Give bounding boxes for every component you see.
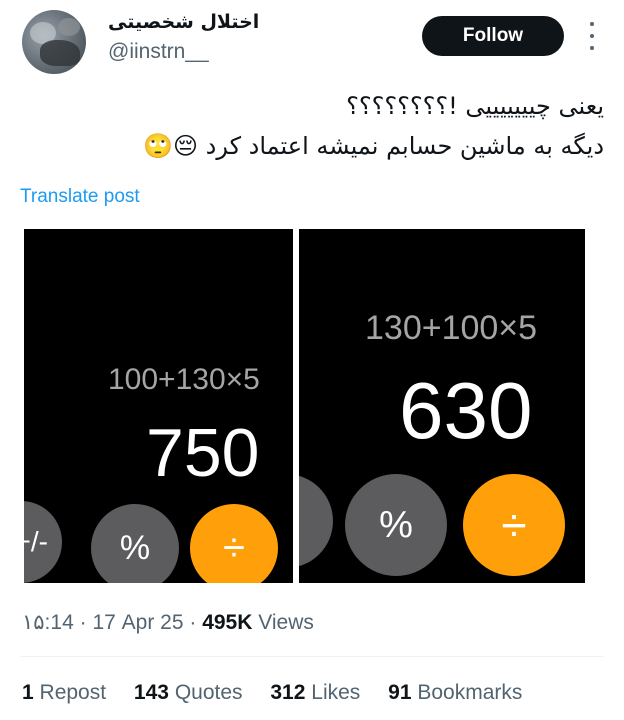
divide-key: ÷ bbox=[463, 474, 565, 576]
bookmarks-stat[interactable]: 91 Bookmarks bbox=[388, 681, 522, 704]
post-date[interactable]: 17 Apr 25 bbox=[92, 611, 183, 634]
media-image-right[interactable]: 130+100×5 630 % ÷ bbox=[299, 229, 585, 583]
post-meta: ۱۵:14 · 17 Apr 25 · 495K Views bbox=[22, 611, 314, 634]
post-text-line-2: دیگه به ماشین حسابم نمیشه اعتماد کرد 😔🙄 bbox=[143, 132, 604, 160]
follow-button[interactable]: Follow bbox=[422, 16, 564, 56]
likes-count: 312 bbox=[270, 681, 306, 704]
calculator-expression: 130+100×5 bbox=[365, 309, 538, 347]
post-time[interactable]: ۱۵:14 bbox=[22, 611, 74, 634]
calculator-expression: 100+130×5 bbox=[108, 363, 260, 396]
more-options-icon[interactable] bbox=[586, 22, 598, 50]
bookmarks-count: 91 bbox=[388, 681, 412, 704]
views-count: 495K bbox=[202, 611, 253, 634]
avatar[interactable] bbox=[22, 10, 86, 74]
quotes-label: Quotes bbox=[174, 681, 243, 704]
calculator-key bbox=[299, 474, 333, 568]
user-handle[interactable]: @iinstrn__ bbox=[108, 40, 209, 64]
percent-key: % bbox=[345, 474, 447, 576]
post-text-line-1: یعنی چیییییییی !؟؟؟؟؟؟؟؟ bbox=[346, 92, 604, 120]
reposts-stat[interactable]: 1 Repost bbox=[22, 681, 106, 704]
quotes-count: 143 bbox=[133, 681, 169, 704]
reposts-label: Repost bbox=[39, 681, 107, 704]
views-label: Views bbox=[258, 611, 314, 634]
likes-label: Likes bbox=[311, 681, 361, 704]
likes-stat[interactable]: 312 Likes bbox=[270, 681, 360, 704]
avatar-shape bbox=[58, 18, 80, 36]
avatar-shape bbox=[40, 40, 80, 66]
divider bbox=[20, 656, 604, 657]
bookmarks-label: Bookmarks bbox=[417, 681, 523, 704]
media-image-left[interactable]: 100+130×5 750 +/- % ÷ bbox=[24, 229, 293, 583]
display-name[interactable]: اختلال شخصیتی bbox=[108, 11, 259, 33]
plus-minus-key: +/- bbox=[24, 501, 62, 583]
reposts-count: 1 bbox=[22, 681, 34, 704]
translate-post-link[interactable]: Translate post bbox=[20, 186, 140, 208]
divide-key: ÷ bbox=[190, 504, 278, 583]
calculator-result: 750 bbox=[146, 415, 260, 491]
quotes-stat[interactable]: 143 Quotes bbox=[134, 681, 243, 704]
engagement-stats: 1 Repost 143 Quotes 312 Likes 91 Bookmar… bbox=[22, 681, 544, 705]
calculator-result: 630 bbox=[399, 366, 533, 455]
percent-key: % bbox=[91, 504, 179, 583]
